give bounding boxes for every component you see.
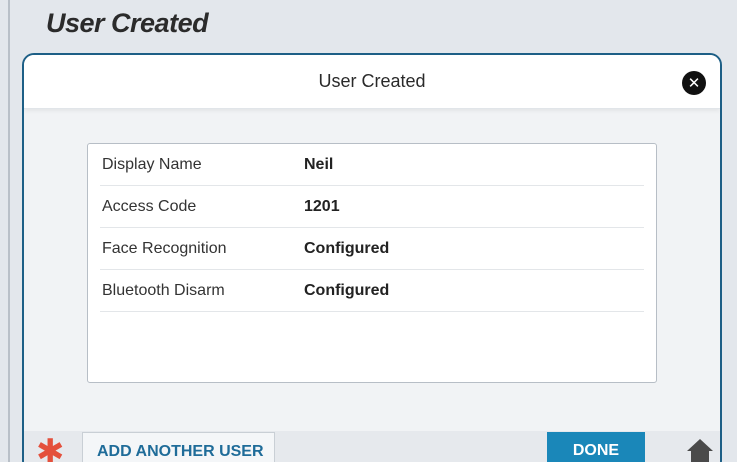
detail-value: 1201 <box>304 197 340 215</box>
user-details-card: Display Name Neil Access Code 1201 Face … <box>87 143 657 383</box>
detail-value: Configured <box>304 281 390 299</box>
user-created-dialog: User Created ✕ Display Name Neil Access … <box>22 53 722 462</box>
detail-row-face-recognition: Face Recognition Configured <box>100 228 644 270</box>
detail-row-access-code: Access Code 1201 <box>100 186 644 228</box>
detail-label: Access Code <box>102 197 197 215</box>
detail-value: Neil <box>304 155 334 173</box>
detail-row-display-name: Display Name Neil <box>100 144 644 186</box>
dialog-header: User Created ✕ <box>24 55 720 109</box>
dialog-title: User Created <box>318 71 426 91</box>
left-divider <box>8 0 10 462</box>
detail-label: Face Recognition <box>102 239 227 257</box>
page-heading: User Created <box>46 8 209 38</box>
detail-row-bluetooth-disarm: Bluetooth Disarm Configured <box>100 270 644 312</box>
asterisk-icon: ✱ <box>36 433 65 462</box>
add-another-user-button[interactable]: ADD ANOTHER USER <box>82 432 275 462</box>
home-icon[interactable] <box>686 437 714 462</box>
close-icon[interactable]: ✕ <box>682 71 706 95</box>
done-button[interactable]: DONE <box>547 432 645 462</box>
detail-value: Configured <box>304 239 390 257</box>
detail-label: Display Name <box>102 155 202 173</box>
detail-label: Bluetooth Disarm <box>102 281 225 299</box>
